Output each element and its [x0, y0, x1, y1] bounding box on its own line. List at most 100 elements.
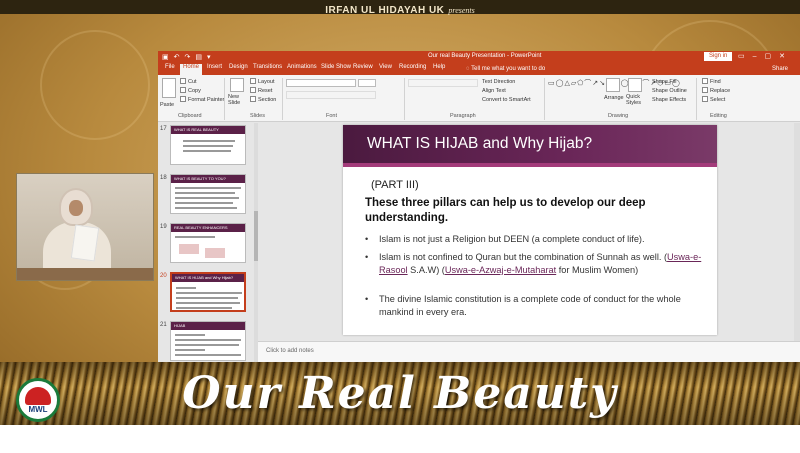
- window-controls[interactable]: ▭–▢✕: [738, 52, 793, 60]
- slide-canvas[interactable]: WHAT IS HIJAB and Why Hijab? (PART III) …: [343, 125, 717, 335]
- group-drawing: Drawing: [608, 113, 629, 119]
- editor-scrollbar[interactable]: [794, 123, 800, 341]
- paste-button[interactable]: Paste: [160, 101, 174, 109]
- font-size-field[interactable]: [358, 79, 376, 87]
- copy-label: Copy: [188, 88, 201, 94]
- tab-home[interactable]: Home: [180, 64, 203, 75]
- ribbon-tabs: File Home Insert Design Transitions Anim…: [158, 63, 800, 75]
- shape-effects-button[interactable]: Shape Effects: [652, 96, 686, 104]
- paste-icon[interactable]: [162, 78, 176, 98]
- copy-button[interactable]: Copy: [180, 87, 201, 95]
- slide-thumbnails-pane: 17 WHAT IS REAL BEAUTY 18 WHAT IS BEAUTY…: [158, 123, 258, 363]
- replace-button[interactable]: Replace: [702, 87, 730, 95]
- tab-insert[interactable]: Insert: [204, 64, 225, 75]
- slide-subtitle[interactable]: These three pillars can help us to devel…: [365, 196, 705, 226]
- broadcast-frame: IRFAN UL HIDAYAH UK presents ▣↶↷▤▾ Our re…: [0, 0, 800, 425]
- format-painter-button[interactable]: Format Painter: [180, 96, 224, 104]
- tab-transitions[interactable]: Transitions: [250, 64, 285, 75]
- group-editing: Editing: [710, 113, 727, 119]
- channel-bar: IRFAN UL HIDAYAH UK presents: [0, 0, 800, 16]
- section-icon: [250, 96, 256, 102]
- font-format-buttons[interactable]: [286, 91, 376, 99]
- background-ornament: [40, 30, 150, 140]
- share-button[interactable]: Share: [772, 64, 788, 75]
- bullet-item[interactable]: • Islam is not just a Religion but DEEN (…: [365, 233, 711, 246]
- tab-view[interactable]: View: [376, 64, 395, 75]
- layout-label: Layout: [258, 79, 275, 85]
- logo-text: MWL: [28, 405, 48, 414]
- text-direction-button[interactable]: Text Direction: [482, 78, 515, 86]
- powerpoint-window: ▣↶↷▤▾ Our real Beauty Presentation - Pow…: [158, 51, 800, 363]
- tab-animations[interactable]: Animations: [284, 64, 320, 75]
- cut-button[interactable]: Cut: [180, 78, 197, 86]
- scissors-icon: [180, 78, 186, 84]
- notes-placeholder: Click to add notes: [266, 348, 314, 354]
- mwl-logo: MWL: [16, 378, 60, 422]
- webcam-feed: [16, 173, 154, 281]
- slide-editor: WHAT IS HIJAB and Why Hijab? (PART III) …: [258, 123, 800, 341]
- tab-design[interactable]: Design: [226, 64, 251, 75]
- group-slides: Slides: [250, 113, 265, 119]
- notes-pane[interactable]: Click to add notes: [258, 341, 800, 363]
- tab-recording[interactable]: Recording: [396, 64, 429, 75]
- tab-file[interactable]: File: [162, 64, 178, 75]
- quick-styles-button[interactable]: Quick Styles: [626, 94, 648, 106]
- desk: [17, 268, 153, 280]
- replace-label: Replace: [710, 88, 731, 94]
- bullet-text: The divine Islamic constitution is a com…: [379, 294, 681, 317]
- slide-thumbnail[interactable]: WHAT IS REAL BEAUTY: [170, 125, 246, 165]
- section-button[interactable]: Section: [250, 96, 276, 104]
- bullet-link: Uswa-e-Azwaj-e-Mutaharat: [444, 265, 557, 275]
- group-clipboard: Clipboard: [178, 113, 202, 119]
- arrange-icon[interactable]: [606, 78, 620, 92]
- new-slide-icon[interactable]: [230, 78, 244, 92]
- quick-styles-icon[interactable]: [628, 78, 642, 92]
- paragraph-buttons[interactable]: [408, 79, 478, 87]
- bullet-item[interactable]: • The divine Islamic constitution is a co…: [365, 293, 711, 319]
- find-label: Find: [710, 79, 721, 85]
- slide-thumbnail[interactable]: REAL BEAUTY ENHANCERS: [170, 223, 246, 263]
- bullet-text: Islam is not confined to Quran but the c…: [379, 252, 668, 262]
- bullet-text: for Muslim Women): [556, 265, 639, 275]
- new-slide-button[interactable]: New Slide: [228, 94, 248, 106]
- section-label: Section: [258, 97, 277, 103]
- layout-button[interactable]: Layout: [250, 78, 275, 86]
- slide-thumbnail[interactable]: HIJAB: [170, 321, 246, 361]
- ribbon: Paste Cut Copy Format Painter Clipboard …: [158, 75, 800, 122]
- arrange-button[interactable]: Arrange: [604, 94, 624, 102]
- presents-label: presents: [448, 6, 475, 15]
- convert-smartart-button[interactable]: Convert to SmartArt: [482, 96, 531, 104]
- group-paragraph: Paragraph: [450, 113, 476, 119]
- slide-number: 21: [160, 322, 167, 328]
- slide-thumbnail[interactable]: WHAT IS BEAUTY TO YOU?: [170, 174, 246, 214]
- format-painter-label: Format Painter: [188, 97, 225, 103]
- slide-number: 20: [160, 273, 167, 279]
- sign-in-button[interactable]: Sign in: [704, 52, 733, 61]
- find-button[interactable]: Find: [702, 78, 721, 86]
- title-banner: Our Real Beauty: [182, 368, 618, 419]
- font-name-field[interactable]: [286, 79, 356, 87]
- shapes-gallery[interactable]: ▭◯△▱⬠⌒↗↘⬡▭◯△▱⌒↗⬡▭◯: [548, 79, 680, 87]
- tab-help[interactable]: Help: [430, 64, 448, 75]
- layout-icon: [250, 78, 256, 84]
- tell-me-label: Tell me what you want to do: [471, 66, 546, 72]
- quick-access-icons[interactable]: ▣↶↷▤▾: [162, 53, 215, 61]
- document-title: Our real Beauty Presentation - PowerPoin…: [428, 53, 542, 59]
- select-button[interactable]: Select: [702, 96, 725, 104]
- thumbnail-title: HIJAB: [171, 322, 245, 330]
- thumbnail-title: REAL BEAUTY ENHANCERS: [171, 224, 245, 232]
- align-text-button[interactable]: Align Text: [482, 87, 506, 95]
- shape-fill-button[interactable]: Shape Fill: [652, 78, 676, 86]
- bullet-item[interactable]: • Islam is not confined to Quran but the …: [365, 251, 711, 277]
- reset-button[interactable]: Reset: [250, 87, 272, 95]
- thumbnail-title: WHAT IS REAL BEAUTY: [171, 126, 245, 134]
- tell-me-box[interactable]: ◌ Tell me what you want to do: [466, 64, 545, 75]
- slide-thumbnail-selected[interactable]: WHAT IS HIJAB and Why Hijab?: [170, 272, 246, 312]
- shape-outline-button[interactable]: Shape Outline: [652, 87, 687, 95]
- reset-label: Reset: [258, 88, 273, 94]
- tab-slide-show[interactable]: Slide Show: [318, 64, 354, 75]
- cursor-icon: [702, 96, 708, 102]
- slide-title[interactable]: WHAT IS HIJAB and Why Hijab?: [367, 135, 592, 153]
- tab-review[interactable]: Review: [350, 64, 376, 75]
- slide-part-label[interactable]: (PART III): [371, 179, 419, 191]
